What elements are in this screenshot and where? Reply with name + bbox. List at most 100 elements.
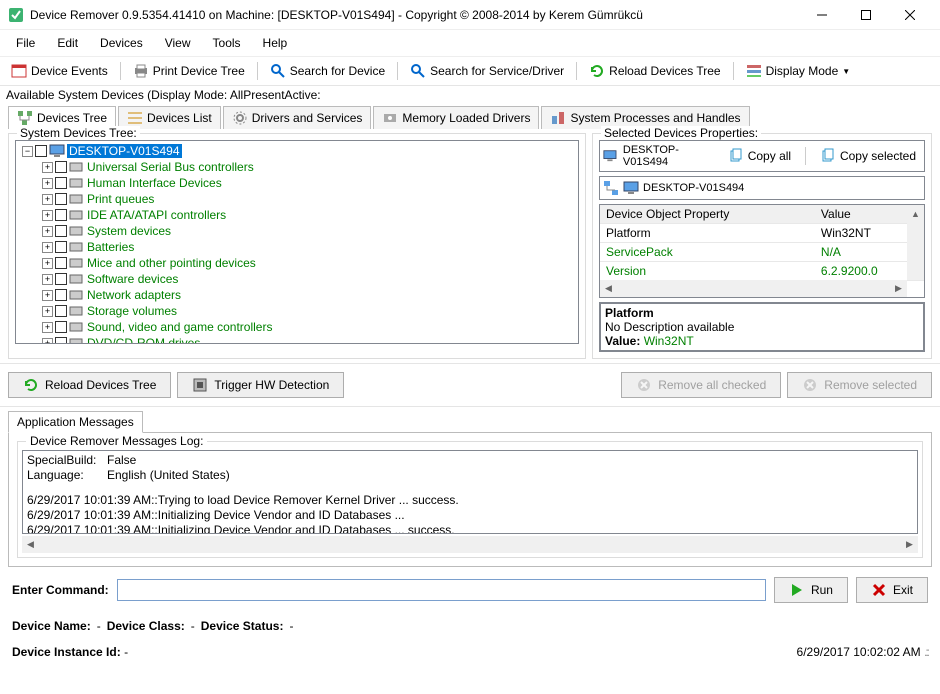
messages-log[interactable]: SpecialBuild:False Language:English (Uni…: [22, 450, 918, 534]
reload-devices-button[interactable]: Reload Devices Tree: [8, 372, 171, 398]
expand-icon[interactable]: +: [42, 290, 53, 301]
tree-legend: System Devices Tree:: [17, 126, 140, 140]
props-breadcrumb[interactable]: DESKTOP-V01S494: [599, 176, 925, 200]
checkbox[interactable]: [55, 209, 67, 221]
gear-icon: [232, 110, 248, 126]
menu-file[interactable]: File: [6, 32, 45, 54]
expand-icon[interactable]: +: [42, 194, 53, 205]
expand-icon[interactable]: +: [42, 322, 53, 333]
device-icon: [69, 320, 85, 334]
print-tree-button[interactable]: Print Device Tree: [128, 60, 250, 82]
app-icon: [8, 7, 24, 23]
checkbox[interactable]: [55, 321, 67, 333]
tree-item[interactable]: +Human Interface Devices: [18, 175, 576, 191]
expand-icon[interactable]: +: [42, 162, 53, 173]
copy-selected-button[interactable]: Copy selected: [815, 145, 921, 167]
checkbox[interactable]: [55, 289, 67, 301]
tab-app-messages[interactable]: Application Messages: [8, 411, 143, 433]
expand-icon[interactable]: +: [42, 226, 53, 237]
status-bar-1: Device Name:- Device Class:- Device Stat…: [0, 613, 940, 639]
tab-memory-drivers[interactable]: Memory Loaded Drivers: [373, 106, 539, 129]
device-icon: [69, 208, 85, 222]
maximize-button[interactable]: [844, 1, 888, 29]
horizontal-scrollbar[interactable]: ◀▶: [600, 280, 907, 297]
network-icon: [603, 180, 619, 196]
props-device-name: DESKTOP-V01S494: [623, 144, 711, 168]
window-title: Device Remover 0.9.5354.41410 on Machine…: [30, 8, 800, 22]
title-bar: Device Remover 0.9.5354.41410 on Machine…: [0, 0, 940, 30]
exit-button[interactable]: Exit: [856, 577, 928, 603]
expand-icon[interactable]: +: [42, 242, 53, 253]
resize-grip-icon[interactable]: .::: [924, 645, 928, 659]
tab-drivers-services[interactable]: Drivers and Services: [223, 106, 372, 129]
command-input[interactable]: [117, 579, 766, 601]
property-grid[interactable]: Device Object PropertyValue PlatformWin3…: [599, 204, 925, 298]
chevron-down-icon: ▼: [842, 67, 850, 76]
device-events-button[interactable]: Device Events: [6, 60, 113, 82]
copy-all-button[interactable]: Copy all: [723, 145, 796, 167]
expand-icon[interactable]: +: [42, 258, 53, 269]
tree-item[interactable]: +Storage volumes: [18, 303, 576, 319]
tree-item[interactable]: +Batteries: [18, 239, 576, 255]
search-device-button[interactable]: Search for Device: [265, 60, 390, 82]
log-line: 6/29/2017 10:01:39 AM::Initializing Devi…: [27, 523, 913, 534]
tree-item[interactable]: +System devices: [18, 223, 576, 239]
checkbox[interactable]: [55, 241, 67, 253]
menu-view[interactable]: View: [155, 32, 201, 54]
msgs-legend: Device Remover Messages Log:: [26, 434, 207, 448]
checkbox[interactable]: [55, 273, 67, 285]
property-row[interactable]: Version6.2.9200.0: [600, 262, 924, 281]
expand-icon[interactable]: +: [42, 210, 53, 221]
refresh-icon: [589, 63, 605, 79]
expand-icon[interactable]: +: [42, 306, 53, 317]
status-bar-2: Device Instance Id: - 6/29/2017 10:02:02…: [0, 639, 940, 663]
tree-item[interactable]: +DVD/CD-ROM drives: [18, 335, 576, 344]
device-icon: [69, 336, 85, 344]
checkbox[interactable]: [55, 161, 67, 173]
property-row[interactable]: PlatformWin32NT: [600, 224, 924, 243]
search-service-button[interactable]: Search for Service/Driver: [405, 60, 569, 82]
tree-item[interactable]: +Universal Serial Bus controllers: [18, 159, 576, 175]
checkbox[interactable]: [55, 257, 67, 269]
menu-devices[interactable]: Devices: [90, 32, 153, 54]
computer-icon: [623, 180, 639, 196]
checkbox[interactable]: [55, 177, 67, 189]
tree-item[interactable]: +Software devices: [18, 271, 576, 287]
checkbox[interactable]: [55, 305, 67, 317]
tree-item[interactable]: +Sound, video and game controllers: [18, 319, 576, 335]
tree-root[interactable]: − DESKTOP-V01S494: [18, 143, 576, 159]
close-button[interactable]: [888, 1, 932, 29]
log-line: 6/29/2017 10:01:39 AM::Initializing Devi…: [27, 508, 913, 523]
checkbox[interactable]: [55, 193, 67, 205]
run-button[interactable]: Run: [774, 577, 848, 603]
expand-icon[interactable]: +: [42, 338, 53, 345]
vertical-scrollbar[interactable]: ▲: [907, 205, 924, 280]
expand-icon[interactable]: +: [42, 178, 53, 189]
device-tabstrip: Devices Tree Devices List Drivers and Se…: [0, 104, 940, 129]
property-row[interactable]: ServicePackN/A: [600, 243, 924, 262]
tree-item[interactable]: +Network adapters: [18, 287, 576, 303]
tree-item[interactable]: +IDE ATA/ATAPI controllers: [18, 207, 576, 223]
minimize-button[interactable]: [800, 1, 844, 29]
menu-bar: File Edit Devices View Tools Help: [0, 30, 940, 56]
checkbox[interactable]: [55, 337, 67, 344]
expand-icon[interactable]: +: [42, 274, 53, 285]
horizontal-scrollbar[interactable]: ◀▶: [22, 536, 918, 553]
computer-icon: [49, 144, 65, 158]
collapse-icon[interactable]: −: [22, 146, 33, 157]
property-description: Platform No Description available Value:…: [599, 302, 925, 352]
menu-tools[interactable]: Tools: [203, 32, 251, 54]
checkbox[interactable]: [35, 145, 47, 157]
display-mode-button[interactable]: Display Mode ▼: [741, 60, 856, 82]
tree-item[interactable]: +Print queues: [18, 191, 576, 207]
trigger-hw-detection-button[interactable]: Trigger HW Detection: [177, 372, 344, 398]
reload-tree-button[interactable]: Reload Devices Tree: [584, 60, 725, 82]
checkbox[interactable]: [55, 225, 67, 237]
status-time: 6/29/2017 10:02:02 AM: [797, 645, 921, 659]
tree-item[interactable]: +Mice and other pointing devices: [18, 255, 576, 271]
selected-properties-group: Selected Devices Properties: DESKTOP-V01…: [592, 133, 932, 359]
printer-icon: [133, 63, 149, 79]
device-tree[interactable]: − DESKTOP-V01S494 +Universal Serial Bus …: [15, 140, 579, 344]
menu-help[interactable]: Help: [253, 32, 298, 54]
menu-edit[interactable]: Edit: [47, 32, 88, 54]
